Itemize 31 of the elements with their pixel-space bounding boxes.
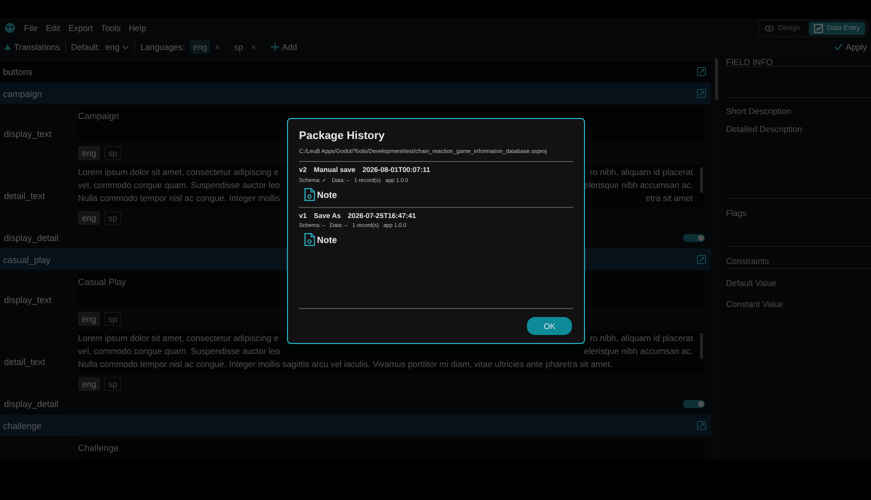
group-name: challenge	[3, 420, 42, 430]
text-line: Lorem ipsum dolor sit amet, consectetur adipiscing e	[78, 332, 279, 345]
text-line: ro nibh, aliquam id placerat	[590, 166, 693, 179]
text-line: vel, commodo congue quam. Suspendisse auctor leo	[78, 345, 280, 358]
field-name: detail_text	[3, 356, 46, 366]
section-title: Default Value	[726, 278, 778, 288]
field-name: detail_text	[3, 190, 46, 200]
field-name: display_detail	[3, 399, 60, 409]
text-line: Lorem ipsum dolor sit amet, consectetur adipiscing e	[78, 166, 279, 179]
section-title: Short Description	[726, 106, 792, 116]
group-name: casual_play	[3, 254, 51, 264]
field-name: display_text	[3, 294, 53, 304]
section-title: FIELD INFO	[726, 57, 774, 67]
section-title: Constant Value	[726, 299, 784, 309]
text-line: Nulla commodo tempor nisl ac congue. Integer mollis	[78, 192, 280, 205]
group-name: buttons	[3, 66, 33, 76]
section-title: Detailed Description	[726, 124, 804, 134]
field-name: display_detail	[3, 233, 60, 243]
languages-label: Languages:	[140, 42, 185, 52]
text-line: etra sit amet	[646, 192, 693, 205]
default-label: Default:	[70, 42, 100, 52]
group-name: campaign	[3, 88, 42, 98]
section-title: Constraints	[726, 256, 770, 266]
text-line: Nulla commodo tempor nisl ac congue. Integer mollis sagittis arcu vel iaculis. Vivamus porttitor mi diam, vitae ultricies ante pharetra sit amet.	[78, 358, 612, 371]
field-name: display_text	[3, 128, 53, 138]
text-line: elerisque nibh accumsan ac.	[584, 179, 693, 192]
section-title: Flags	[726, 208, 748, 218]
text-line: ro nibh, aliquam id placerat	[590, 332, 693, 345]
text-line: vel, commodo congue quam. Suspendisse auctor leo	[78, 179, 280, 192]
dialog-title: Package History	[299, 130, 386, 142]
text-line: elerisque nibh accumsan ac.	[584, 345, 693, 358]
